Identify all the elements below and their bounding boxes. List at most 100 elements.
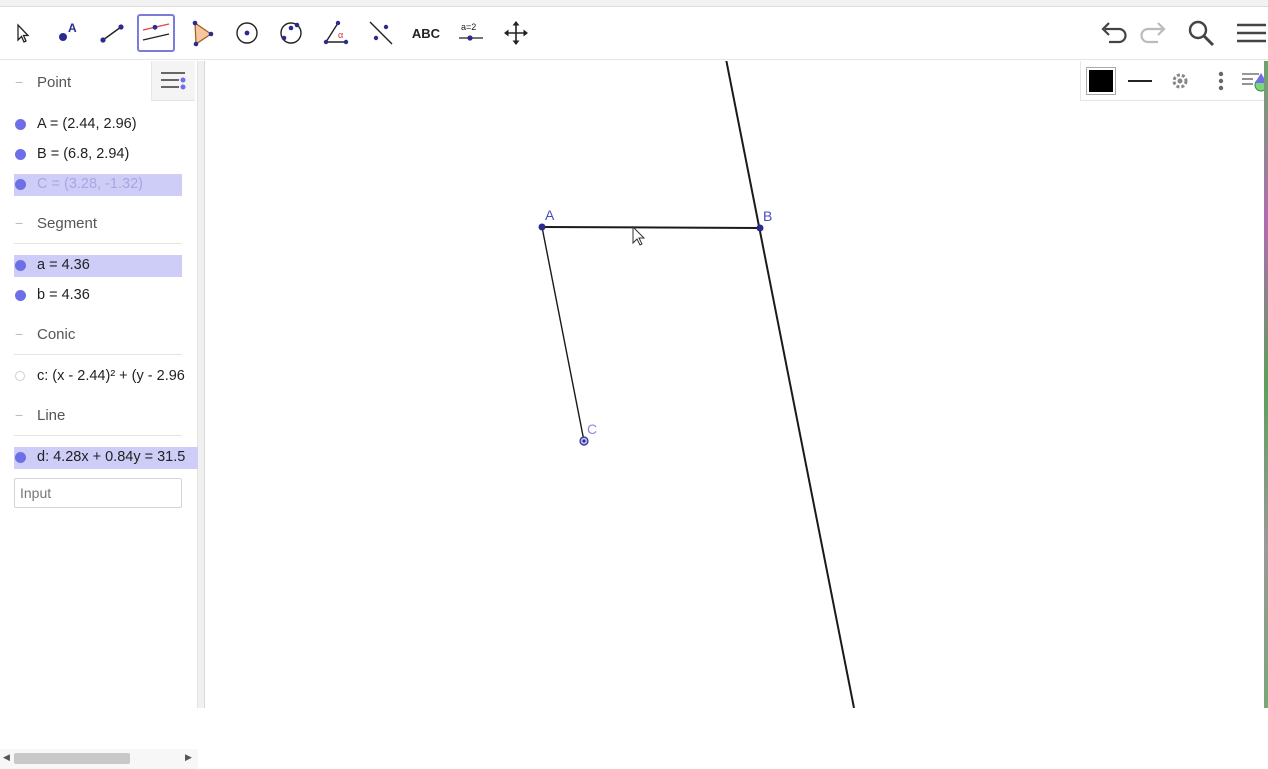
algebra-view: − Point A = (2.44, 2.96) B = (6.8, 2.94)… xyxy=(0,61,198,769)
view-toggle-icon xyxy=(1242,73,1267,92)
point-tool-button[interactable]: A xyxy=(48,14,86,52)
text-tool-button[interactable]: ABC xyxy=(407,14,445,52)
algebra-item-line-d[interactable]: d: 4.28x + 0.84y = 31.5 xyxy=(14,447,198,469)
category-label: Line xyxy=(37,407,66,424)
divider xyxy=(14,435,182,436)
redo-button[interactable] xyxy=(1136,16,1170,50)
line-style-button[interactable] xyxy=(1125,67,1155,95)
algebra-item-segment-a[interactable]: a = 4.36 xyxy=(14,255,182,277)
algebra-item-label: a = 4.36 xyxy=(37,257,90,273)
algebra-item-conic-c[interactable]: c: (x - 2.44)² + (y - 2.96 xyxy=(14,366,198,388)
collapse-icon[interactable]: − xyxy=(15,407,23,423)
algebra-settings-button[interactable] xyxy=(151,61,195,101)
algebra-item-label: d: 4.28x + 0.84y = 31.5 xyxy=(37,449,186,465)
more-vert-icon xyxy=(1218,71,1224,91)
move-tool-button[interactable] xyxy=(3,14,41,52)
point-b-label: B xyxy=(763,208,772,224)
visibility-toggle-icon[interactable] xyxy=(15,179,26,190)
algebra-item-label: b = 4.36 xyxy=(37,287,90,303)
algebra-item-point-a[interactable]: A = (2.44, 2.96) xyxy=(14,114,182,136)
divider xyxy=(14,243,182,244)
sort-settings-icon xyxy=(161,72,186,90)
point-icon: A xyxy=(59,21,77,41)
reflect-line-icon xyxy=(369,21,393,45)
category-label: Segment xyxy=(37,215,98,232)
algebra-item-label: B = (6.8, 2.94) xyxy=(37,146,130,162)
visibility-toggle-icon[interactable] xyxy=(15,260,26,271)
reflect-tool-button[interactable] xyxy=(362,14,400,52)
algebra-item-segment-b[interactable]: b = 4.36 xyxy=(14,285,182,307)
segment-b[interactable] xyxy=(541,226,585,442)
polygon-icon xyxy=(192,20,214,47)
undo-button[interactable] xyxy=(1097,16,1131,50)
scrollbar-thumb[interactable] xyxy=(14,753,130,764)
color-swatch-icon xyxy=(1089,70,1113,92)
point-c-label: C xyxy=(587,421,597,437)
collapse-icon[interactable]: − xyxy=(15,326,23,342)
horizontal-scrollbar[interactable]: ◀ ▶ xyxy=(0,749,198,769)
collapse-icon[interactable]: − xyxy=(15,215,23,231)
visibility-toggle-icon[interactable] xyxy=(15,119,26,130)
gear-icon xyxy=(1172,73,1188,89)
visibility-toggle-icon[interactable] xyxy=(15,290,26,301)
input-bar[interactable] xyxy=(14,478,182,508)
circle-center-point-tool-button[interactable] xyxy=(228,14,266,52)
algebra-item-label: C = (3.28, -1.32) xyxy=(37,176,143,192)
undo-icon xyxy=(1101,22,1127,44)
cursor-arrow-icon xyxy=(17,23,30,43)
menu-icon xyxy=(1237,23,1266,43)
polygon-tool-button[interactable] xyxy=(183,14,221,52)
line-d[interactable] xyxy=(725,61,855,708)
move-graphics-tool-button[interactable] xyxy=(497,14,535,52)
angle-icon: α xyxy=(323,20,349,45)
category-label: Conic xyxy=(37,326,76,343)
svg-text:a=2: a=2 xyxy=(461,22,476,32)
visibility-toggle-icon[interactable] xyxy=(15,149,26,160)
svg-text:α: α xyxy=(338,30,343,40)
circle-center-icon xyxy=(236,22,258,44)
color-swatch-button[interactable] xyxy=(1086,67,1116,95)
angle-tool-button[interactable]: α xyxy=(317,14,355,52)
category-label: Point xyxy=(37,74,72,91)
point-a-label: A xyxy=(545,207,555,223)
parallel-line-icon xyxy=(142,23,170,41)
algebra-item-label: c: (x - 2.44)² + (y - 2.96 xyxy=(37,368,185,384)
algebra-item-point-b[interactable]: B = (6.8, 2.94) xyxy=(14,144,182,166)
svg-text:A: A xyxy=(68,21,77,35)
circle-three-points-icon xyxy=(280,22,302,44)
algebra-item-label: A = (2.44, 2.96) xyxy=(37,116,137,132)
parallel-line-tool-button[interactable] xyxy=(137,14,175,52)
search-icon xyxy=(1188,20,1215,47)
window-edge xyxy=(1264,61,1268,708)
search-button[interactable] xyxy=(1184,16,1218,50)
visibility-toggle-icon[interactable] xyxy=(15,371,25,381)
point-a[interactable] xyxy=(538,223,546,231)
graphics-view[interactable]: A B C xyxy=(206,61,1264,708)
collapse-icon[interactable]: − xyxy=(15,74,23,90)
more-options-button[interactable] xyxy=(1211,67,1231,95)
algebra-item-point-c[interactable]: C = (3.28, -1.32) xyxy=(14,174,182,196)
segment-tool-button[interactable] xyxy=(93,14,131,52)
slider-tool-button[interactable]: a=2 xyxy=(452,14,490,52)
graphics-settings-button[interactable] xyxy=(1165,67,1195,95)
view-toggle-button[interactable] xyxy=(1239,67,1267,95)
scroll-right-icon[interactable]: ▶ xyxy=(185,752,192,763)
mouse-cursor-icon xyxy=(632,225,646,246)
text-tool-icon: ABC xyxy=(411,25,441,41)
view-divider[interactable] xyxy=(198,61,205,708)
slider-icon: a=2 xyxy=(459,22,483,41)
circle-three-points-tool-button[interactable] xyxy=(272,14,310,52)
scroll-left-icon[interactable]: ◀ xyxy=(3,752,10,763)
graphics-canvas[interactable]: A B C xyxy=(206,61,1264,708)
toolbar: A α ABC a=2 xyxy=(0,0,1268,60)
redo-icon xyxy=(1140,22,1166,44)
point-b[interactable] xyxy=(756,224,764,232)
segment-a[interactable] xyxy=(541,226,761,229)
divider xyxy=(14,354,182,355)
move-arrows-icon xyxy=(504,21,528,45)
segment-icon xyxy=(100,24,124,43)
point-c-center xyxy=(582,439,586,443)
main-menu-button[interactable] xyxy=(1232,16,1266,50)
visibility-toggle-icon[interactable] xyxy=(15,452,26,463)
graphics-style-bar xyxy=(1080,61,1268,101)
